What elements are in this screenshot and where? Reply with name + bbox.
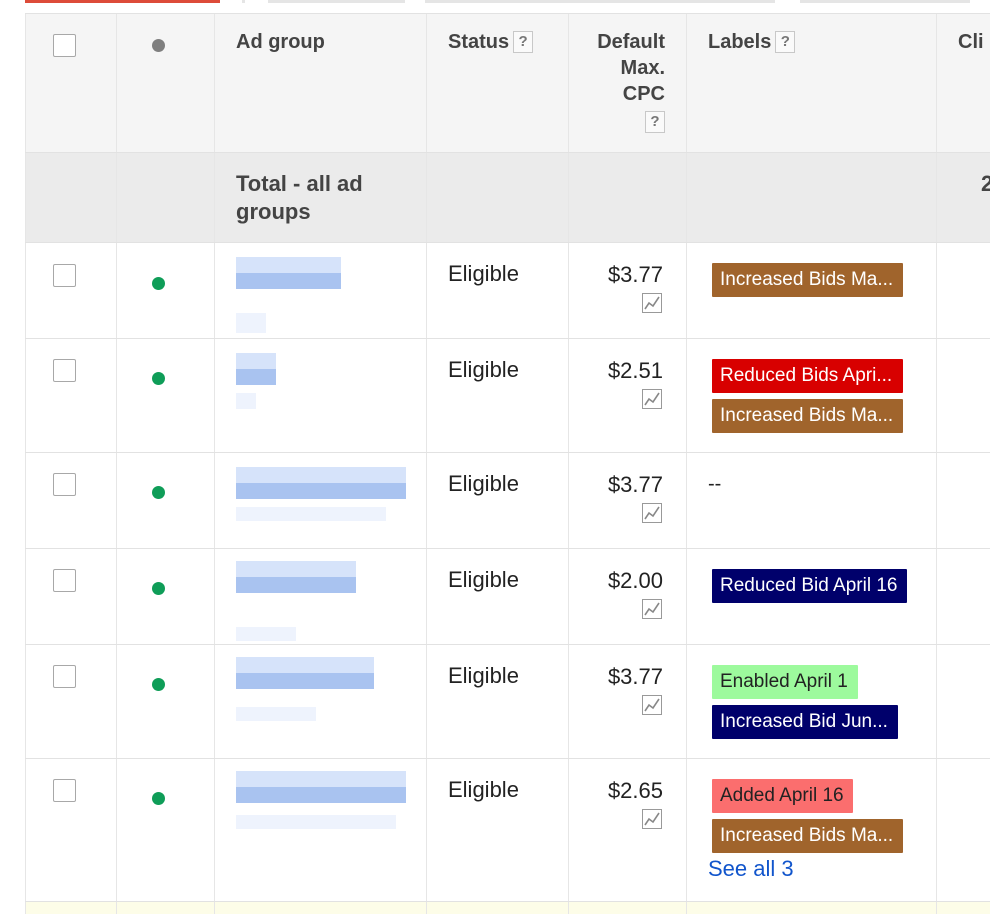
next-row-partial xyxy=(25,902,990,914)
row-status: Eligible xyxy=(448,567,519,592)
see-all-labels-link[interactable]: See all 3 xyxy=(708,856,794,882)
label-tag[interactable]: Reduced Bid April 16 xyxy=(712,569,907,603)
row-divider xyxy=(25,644,990,645)
column-divider xyxy=(426,13,427,914)
total-line1: Total - all ad xyxy=(236,171,363,196)
header-clicks-label: Cli xyxy=(958,31,984,53)
ad-groups-table: Ad group Status? Default Max. CPC ? Labe… xyxy=(25,13,990,914)
status-dot-icon xyxy=(152,678,165,691)
column-divider xyxy=(936,13,937,914)
label-tag[interactable]: Increased Bids Ma... xyxy=(712,399,903,433)
total-clicks: 2 xyxy=(981,171,990,196)
row-status: Eligible xyxy=(448,357,519,382)
status-dot-icon xyxy=(152,277,165,290)
help-icon[interactable]: ? xyxy=(775,31,796,53)
header-labels-label: Labels xyxy=(708,31,772,53)
tab-inactive[interactable] xyxy=(800,0,970,3)
column-divider xyxy=(214,13,215,914)
help-icon[interactable]: ? xyxy=(645,111,665,133)
status-dot-icon xyxy=(152,582,165,595)
row-cpc[interactable]: $3.77 xyxy=(563,472,663,498)
labels-empty: -- xyxy=(708,473,722,495)
row-divider xyxy=(25,901,990,902)
row-checkbox[interactable] xyxy=(53,473,76,496)
help-icon[interactable]: ? xyxy=(513,31,534,53)
total-row xyxy=(25,153,990,243)
column-divider xyxy=(686,13,687,914)
row-divider xyxy=(25,152,990,153)
row-checkbox[interactable] xyxy=(53,264,76,287)
trend-chart-icon[interactable] xyxy=(642,503,662,523)
header-clicks[interactable]: Cli xyxy=(958,29,984,55)
label-tag[interactable]: Reduced Bids Apri... xyxy=(712,359,903,393)
row-cpc[interactable]: $2.65 xyxy=(563,778,663,804)
row-cpc[interactable]: $2.00 xyxy=(563,568,663,594)
trend-chart-icon[interactable] xyxy=(642,293,662,313)
row-status: Eligible xyxy=(448,777,519,802)
row-divider xyxy=(25,13,990,14)
status-dot-icon xyxy=(152,372,165,385)
tab-inactive[interactable] xyxy=(268,0,405,3)
header-status[interactable]: Status? xyxy=(448,29,534,55)
row-divider xyxy=(25,338,990,339)
header-cpc-line2: Max. xyxy=(620,57,665,79)
row-cpc[interactable]: $3.77 xyxy=(563,664,663,690)
total-label: Total - all ad groups xyxy=(236,170,363,226)
header-cpc-line3: CPC xyxy=(622,83,665,105)
column-divider xyxy=(25,13,26,914)
header-cpc-line1: Default xyxy=(597,31,665,53)
label-tag[interactable]: Increased Bids Ma... xyxy=(712,263,903,297)
row-divider xyxy=(25,242,990,243)
trend-chart-icon[interactable] xyxy=(642,389,662,409)
tab-divider xyxy=(242,0,245,3)
row-checkbox[interactable] xyxy=(53,359,76,382)
status-dot-icon xyxy=(152,792,165,805)
column-divider xyxy=(116,13,117,914)
header-labels[interactable]: Labels? xyxy=(708,29,796,55)
row-checkbox[interactable] xyxy=(53,665,76,688)
row-checkbox[interactable] xyxy=(53,779,76,802)
header-default-max-cpc[interactable]: Default Max. CPC ? xyxy=(573,29,665,135)
row-divider xyxy=(25,758,990,759)
trend-chart-icon[interactable] xyxy=(642,809,662,829)
label-tag[interactable]: Enabled April 1 xyxy=(712,665,858,699)
tab-inactive[interactable] xyxy=(425,0,775,3)
label-tag[interactable]: Added April 16 xyxy=(712,779,853,813)
status-dot-icon xyxy=(152,486,165,499)
total-line2: groups xyxy=(236,199,311,224)
row-status: Eligible xyxy=(448,471,519,496)
row-divider xyxy=(25,548,990,549)
header-ad-group[interactable]: Ad group xyxy=(236,29,325,55)
trend-chart-icon[interactable] xyxy=(642,599,662,619)
select-all-checkbox[interactable] xyxy=(53,34,76,57)
label-tag[interactable]: Increased Bid Jun... xyxy=(712,705,898,739)
header-status-label: Status xyxy=(448,31,510,53)
tab-strip xyxy=(0,0,990,12)
row-status: Eligible xyxy=(448,261,519,286)
row-divider xyxy=(25,452,990,453)
row-status: Eligible xyxy=(448,663,519,688)
row-checkbox[interactable] xyxy=(53,569,76,592)
label-tag[interactable]: Increased Bids Ma... xyxy=(712,819,903,853)
tab-active-indicator[interactable] xyxy=(25,0,220,3)
row-cpc[interactable]: $3.77 xyxy=(563,262,663,288)
header-ad-group-label: Ad group xyxy=(236,31,325,53)
row-cpc[interactable]: $2.51 xyxy=(563,358,663,384)
status-dot-icon xyxy=(152,39,165,52)
trend-chart-icon[interactable] xyxy=(642,695,662,715)
